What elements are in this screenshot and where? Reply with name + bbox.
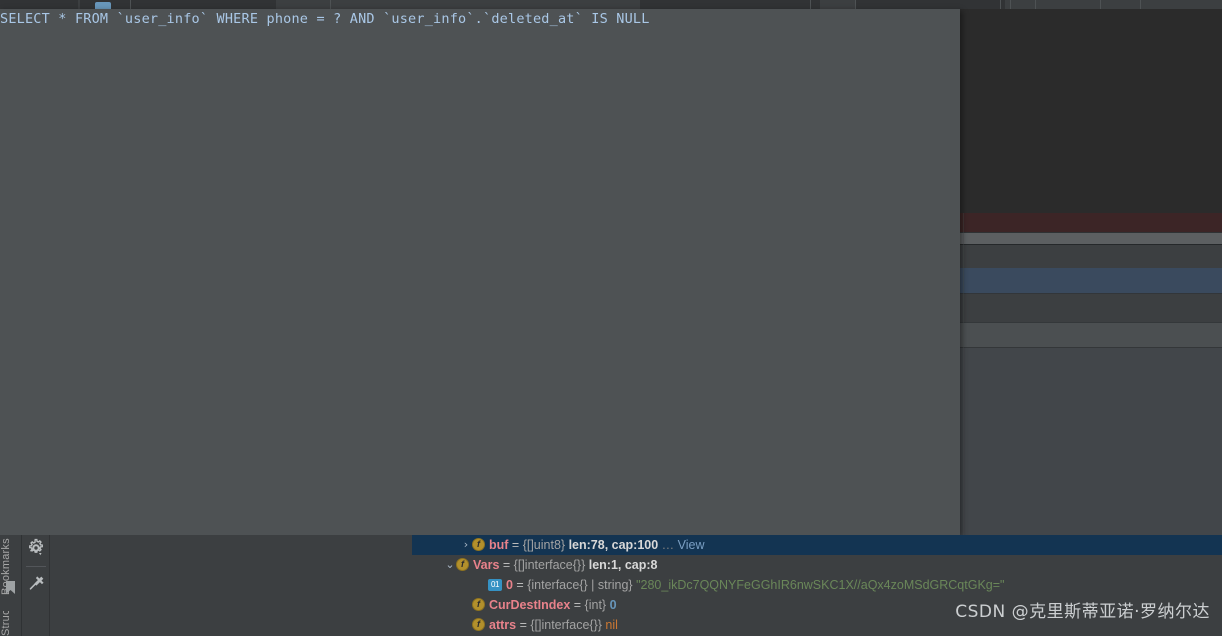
band-error-highlight <box>960 213 1222 232</box>
variable-meta: len:78, cap:100 <box>565 538 659 552</box>
band-panel <box>960 245 1222 267</box>
variable-string-value: "280_ikDc7QQNYFeGGhIR6nwSKC1X//aQx4zoMSd… <box>632 578 1005 592</box>
panel-edge-vert <box>963 213 964 535</box>
variable-number-value: 0 <box>606 598 617 612</box>
variable-type: {[]interface{}} <box>526 618 602 632</box>
variable-type: {[]interface{}} <box>510 558 586 572</box>
equals-sign: = <box>499 558 511 572</box>
variable-nil-value: nil <box>601 618 618 632</box>
sql-statement-tooltip[interactable]: SELECT * FROM `user_info` WHERE phone = … <box>0 9 960 535</box>
chevron-right-icon: › <box>476 575 488 595</box>
variable-row[interactable]: › f buf = {[]uint8} len:78, cap:100 … View <box>412 535 1222 555</box>
editor-tab-strip[interactable] <box>0 0 1222 9</box>
variable-row[interactable]: ⌄ f Vars = {[]interface{}} len:1, cap:8 <box>412 555 1222 575</box>
chevron-right-icon: › <box>460 595 472 615</box>
band-toolbar <box>960 233 1222 244</box>
array-index-badge: 01 <box>488 578 502 591</box>
ellipsis: … <box>658 538 675 552</box>
left-tool-window-rail[interactable]: Bookmarks Structure <box>0 535 22 636</box>
equals-sign: = <box>512 578 524 592</box>
equals-sign: = <box>508 538 520 552</box>
variable-name: Vars <box>473 558 500 572</box>
variable-row[interactable]: ›f CurDestIndex = {int} 0 <box>412 595 1222 615</box>
pin-icon[interactable] <box>26 573 46 593</box>
database-tab-icon <box>95 2 111 9</box>
band-selected-row[interactable] <box>960 268 1222 293</box>
variable-name: CurDestIndex <box>489 598 571 612</box>
field-badge-icon: f <box>456 558 469 572</box>
rail-item-structure[interactable]: Structure <box>0 611 21 636</box>
variable-type: {int} <box>581 598 607 612</box>
band-panel-2 <box>960 294 1222 322</box>
band-content <box>960 348 1222 535</box>
variables-tree[interactable]: › f buf = {[]uint8} len:78, cap:100 … View… <box>412 535 1222 636</box>
sql-statement-text: SELECT * FROM `user_info` WHERE phone = … <box>0 11 650 27</box>
variable-row[interactable]: ›fattrs = {[]interface{}} nil <box>412 615 1222 635</box>
variable-type: {[]uint8} <box>519 538 566 552</box>
field-badge-icon: f <box>472 598 485 612</box>
debugger-frames-pane <box>50 535 413 636</box>
equals-sign: = <box>516 618 527 632</box>
equals-sign: = <box>570 598 582 612</box>
panel-edge-left <box>960 9 961 213</box>
variable-row[interactable]: ›01 0 = {interface{} | string} "280_ikDc7… <box>412 575 1222 595</box>
chevron-right-icon[interactable]: › <box>460 535 472 555</box>
band-header <box>960 323 1222 347</box>
view-value-link[interactable]: View <box>674 538 705 552</box>
variable-type: {interface{} | string} <box>523 578 633 592</box>
variable-meta: len:1, cap:8 <box>585 558 658 572</box>
chevron-down-icon[interactable]: ⌄ <box>444 555 456 575</box>
field-badge-icon: f <box>472 538 485 552</box>
gear-icon[interactable] <box>26 538 46 558</box>
variable-name: buf <box>489 538 509 552</box>
bookmark-icon <box>6 581 15 594</box>
gutter-divider <box>26 566 46 567</box>
debugger-variables-panel[interactable]: › f buf = {[]uint8} len:78, cap:100 … View… <box>50 535 1222 636</box>
debugger-gutter-strip <box>22 535 51 636</box>
chevron-right-icon: › <box>460 615 472 635</box>
ide-window: SELECT * FROM `user_info` WHERE phone = … <box>0 0 1222 636</box>
field-badge-icon: f <box>472 618 485 632</box>
variable-name: 0 <box>506 578 513 592</box>
variable-name: attrs <box>489 618 517 632</box>
